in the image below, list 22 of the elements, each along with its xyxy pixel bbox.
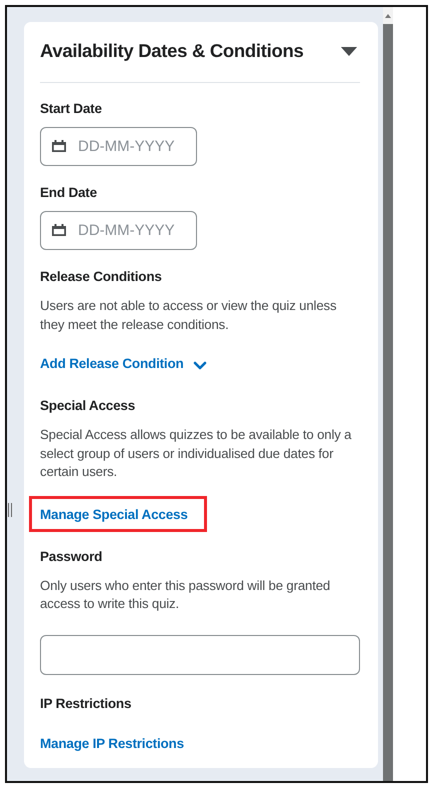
section-description: Special Access allows quizzes to be available to only a select group of users or individualised due dates for certain users. <box>40 426 352 481</box>
date-field[interactable]: DD-MM-YYYY <box>40 211 197 250</box>
section-link[interactable]: Manage IP Restrictions <box>40 736 184 750</box>
field-label: Start Date <box>40 100 102 118</box>
section-heading: Release Conditions <box>40 268 162 286</box>
collapse-toggle-icon[interactable] <box>340 46 358 56</box>
calendar-icon <box>52 224 66 236</box>
panel-title: Availability Dates & Conditions <box>40 40 304 62</box>
section-description: Only users who enter this password will be granted access to write this quiz. <box>40 576 332 613</box>
resize-handle[interactable] <box>8 503 12 517</box>
scroll-up-icon[interactable] <box>385 14 391 18</box>
calendar-icon <box>52 140 66 152</box>
date-field[interactable]: DD-MM-YYYY <box>40 127 197 166</box>
section-description: Users are not able to access or view the quiz unless they meet the release conditions. <box>40 297 338 334</box>
section-heading: Password <box>40 548 102 566</box>
section-heading: IP Restrictions <box>40 694 132 712</box>
chevron-down-icon[interactable] <box>192 360 207 370</box>
password-field[interactable] <box>40 634 360 674</box>
section-link[interactable]: Add Release Condition <box>40 356 184 371</box>
section-heading: Special Access <box>40 397 136 415</box>
field-label: End Date <box>40 184 97 202</box>
section-link[interactable]: Manage Special Access <box>40 506 188 522</box>
